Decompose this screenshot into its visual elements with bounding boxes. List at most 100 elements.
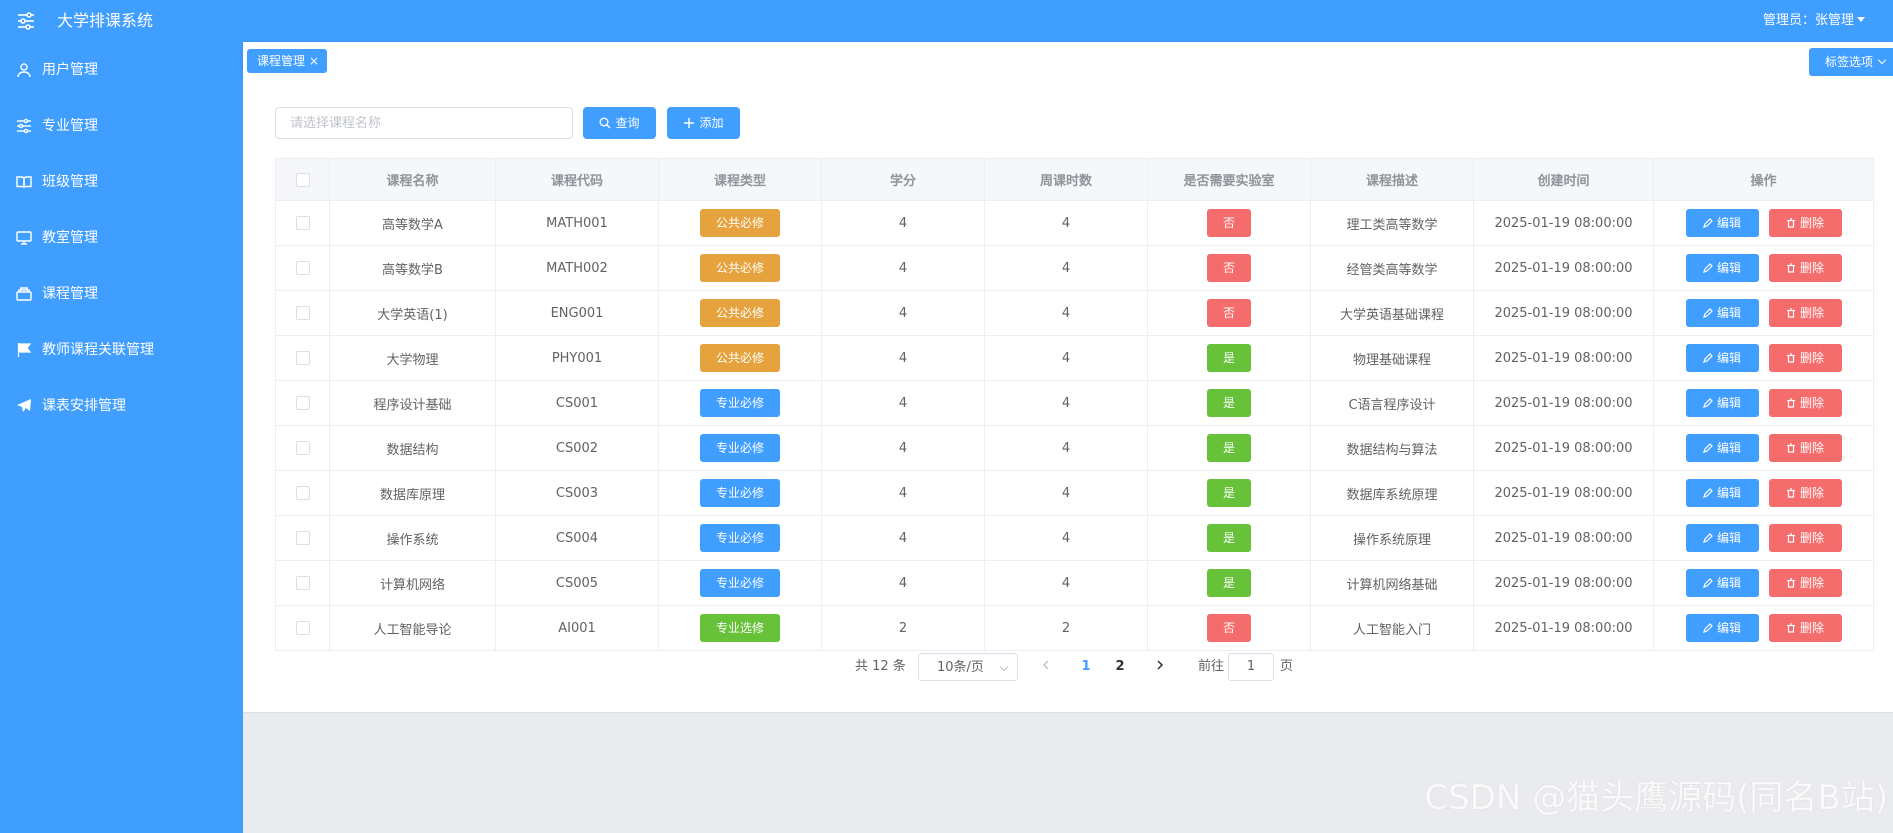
cell-description: 数据结构与算法 [1311, 426, 1474, 470]
send-icon [17, 399, 31, 412]
row-checkbox[interactable] [295, 441, 310, 455]
delete-button[interactable]: 删除 [1768, 434, 1842, 462]
prev-page-button[interactable] [1036, 653, 1056, 681]
row-checkbox[interactable] [295, 396, 310, 410]
edit-button[interactable]: 编辑 [1685, 254, 1759, 282]
goto-label: 前往 [1198, 659, 1225, 674]
lab-status-tag: 否 [1207, 614, 1251, 642]
next-page-button[interactable] [1150, 653, 1170, 681]
cell-weekly-hours: 4 [985, 471, 1148, 515]
page-size-select[interactable]: 10条/页 [918, 653, 1018, 681]
edit-button[interactable]: 编辑 [1685, 344, 1759, 372]
row-checkbox[interactable] [295, 531, 310, 545]
row-checkbox[interactable] [295, 216, 310, 230]
row-checkbox[interactable] [295, 261, 310, 275]
edit-label: 编辑 [1716, 486, 1741, 500]
tab-options-dropdown[interactable]: 标签选项 [1809, 48, 1893, 76]
cell-course-type: 公共必修 [659, 336, 822, 380]
sidebar-item-label: 专业管理 [42, 118, 98, 134]
cell-course-code: CS004 [496, 516, 659, 560]
edit-button[interactable]: 编辑 [1685, 479, 1759, 507]
edit-label: 编辑 [1716, 576, 1741, 590]
edit-icon [1703, 488, 1713, 498]
delete-button[interactable]: 删除 [1768, 254, 1842, 282]
cell-select [276, 291, 330, 335]
sidebar-item-classes[interactable]: 班级管理 [0, 154, 243, 210]
edit-label: 编辑 [1716, 351, 1741, 365]
sidebar-item-teacher-courses[interactable]: 教师课程关联管理 [0, 322, 243, 378]
cell-needs-lab: 是 [1148, 381, 1311, 425]
table-row: 数据库原理 CS003 专业必修 4 4 是 数据库系统原理 2025-01-19 08:00… [276, 471, 1874, 516]
add-button[interactable]: 添加 [667, 107, 740, 139]
row-checkbox[interactable] [295, 576, 310, 590]
delete-button[interactable]: 删除 [1768, 569, 1842, 597]
edit-button[interactable]: 编辑 [1685, 614, 1759, 642]
goto-page-input[interactable] [1228, 653, 1274, 681]
query-button[interactable]: 查询 [583, 107, 656, 139]
cell-description: 经管类高等数学 [1311, 246, 1474, 290]
cell-select [276, 336, 330, 380]
tab-course-management[interactable]: 课程管理 × [247, 49, 328, 73]
edit-label: 编辑 [1716, 531, 1741, 545]
search-icon [599, 117, 611, 129]
edit-label: 编辑 [1716, 261, 1741, 275]
edit-button[interactable]: 编辑 [1685, 434, 1759, 462]
delete-button[interactable]: 删除 [1768, 479, 1842, 507]
cell-description: 大学英语基础课程 [1311, 291, 1474, 335]
delete-button[interactable]: 删除 [1768, 344, 1842, 372]
cell-actions: 编辑 删除 [1654, 336, 1874, 380]
cell-needs-lab: 否 [1148, 291, 1311, 335]
table-row: 高等数学A MATH001 公共必修 4 4 否 理工类高等数学 2025-01-19 08:… [276, 201, 1874, 246]
cell-needs-lab: 是 [1148, 471, 1311, 515]
sidebar-item-schedules[interactable]: 课表安排管理 [0, 378, 243, 434]
cell-created-time: 2025-01-19 08:00:00 [1474, 426, 1654, 470]
course-name-search-input[interactable] [275, 107, 573, 139]
sidebar-item-courses[interactable]: 课程管理 [0, 266, 243, 322]
cell-course-code: ENG001 [496, 291, 659, 335]
header-cell: 创建时间 [1474, 159, 1654, 200]
row-checkbox[interactable] [295, 621, 310, 635]
course-type-tag: 公共必修 [700, 209, 780, 237]
trash-icon [1786, 398, 1795, 408]
row-checkbox[interactable] [295, 306, 310, 320]
cell-select [276, 561, 330, 605]
header-cell: 操作 [1654, 159, 1874, 200]
cell-weekly-hours: 4 [985, 246, 1148, 290]
user-menu[interactable]: 管理员：张管理 [1763, 12, 1865, 30]
sidebar-item-classrooms[interactable]: 教室管理 [0, 210, 243, 266]
cell-actions: 编辑 删除 [1654, 426, 1874, 470]
cell-actions: 编辑 删除 [1654, 381, 1874, 425]
edit-button[interactable]: 编辑 [1685, 569, 1759, 597]
cell-course-name: 人工智能导论 [330, 606, 496, 650]
sidebar-item-users[interactable]: 用户管理 [0, 42, 243, 98]
cell-select [276, 381, 330, 425]
row-checkbox[interactable] [295, 486, 310, 500]
close-icon[interactable]: × [309, 49, 319, 73]
edit-button[interactable]: 编辑 [1685, 524, 1759, 552]
sidebar-item-majors[interactable]: 专业管理 [0, 98, 243, 154]
sliders-icon[interactable] [16, 11, 36, 31]
delete-button[interactable]: 删除 [1768, 209, 1842, 237]
row-checkbox[interactable] [295, 351, 310, 365]
edit-button[interactable]: 编辑 [1685, 389, 1759, 417]
cell-description: 计算机网络基础 [1311, 561, 1474, 605]
course-table: 课程名称 课程代码 课程类型 学分 周课时数 是否需要实验室 课程描述 创建时间… [275, 158, 1874, 651]
edit-button[interactable]: 编辑 [1685, 209, 1759, 237]
delete-label: 删除 [1799, 441, 1824, 455]
page-1-button[interactable]: 1 [1076, 653, 1096, 681]
delete-button[interactable]: 删除 [1768, 299, 1842, 327]
cell-course-type: 专业必修 [659, 426, 822, 470]
page-2-button[interactable]: 2 [1110, 653, 1130, 681]
cell-created-time: 2025-01-19 08:00:00 [1474, 561, 1654, 605]
delete-button[interactable]: 删除 [1768, 614, 1842, 642]
page-size-value: 10条/页 [937, 660, 984, 675]
delete-label: 删除 [1799, 531, 1824, 545]
delete-button[interactable]: 删除 [1768, 389, 1842, 417]
edit-button[interactable]: 编辑 [1685, 299, 1759, 327]
select-all-checkbox[interactable] [295, 172, 310, 187]
sidebar: 用户管理 专业管理 班级管理 教室管理 课程管理 教师课程关联管理 课表安排管理 [0, 42, 243, 833]
delete-button[interactable]: 删除 [1768, 524, 1842, 552]
edit-icon [1703, 623, 1713, 633]
trash-icon [1786, 623, 1795, 633]
edit-label: 编辑 [1716, 216, 1741, 230]
